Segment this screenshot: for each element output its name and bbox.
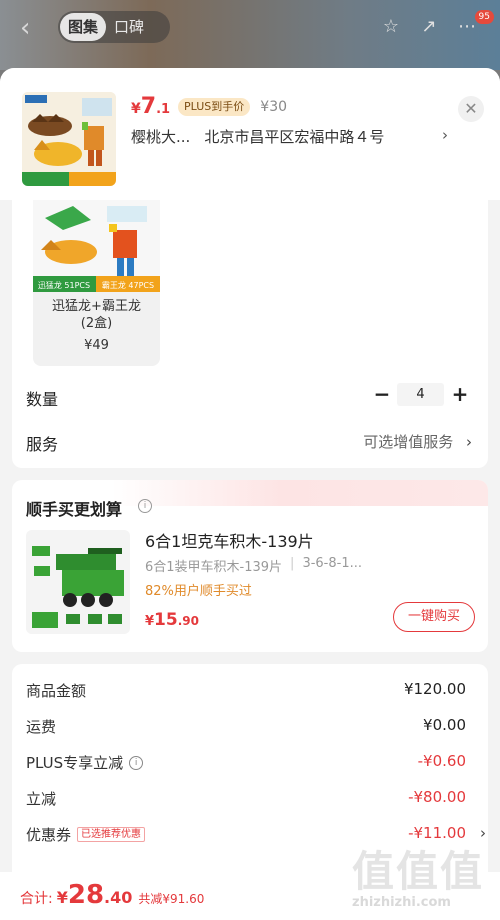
coupon-label: 优惠券 xyxy=(26,826,72,844)
address-selector[interactable]: 樱桃大... 北京市昌平区宏福中路４号 xyxy=(131,126,461,147)
quantity-input[interactable]: 4 xyxy=(397,383,444,406)
total-saved: 共减¥91.60 xyxy=(138,892,205,906)
variant-option[interactable]: 迅猛龙 51PCS 霸王龙 47PCS 迅猛龙+霸王龙 (2盒) ¥49 xyxy=(33,200,160,366)
message-badge: 95 xyxy=(474,10,494,24)
combo-product-specs: 6合1装甲车积木-139片 | 3-6-8-1... xyxy=(145,556,362,575)
combo-price-currency: ¥ xyxy=(145,614,155,629)
combo-title: 顺手买更划算 xyxy=(26,500,123,519)
share-icon[interactable]: ↗ xyxy=(418,16,440,38)
price-currency: ¥ xyxy=(131,101,141,117)
combo-spec-2: 3-6-8-1... xyxy=(302,556,362,571)
instant-discount-row: 立减 -¥80.00 xyxy=(26,788,466,810)
price-row: ¥ 7 .1 PLUS到手价 ¥30 xyxy=(131,94,287,120)
card-highlight xyxy=(112,480,488,506)
original-price: ¥30 xyxy=(260,99,288,115)
star-icon[interactable]: ☆ xyxy=(380,16,402,38)
product-thumbnail-image xyxy=(22,92,116,186)
address-text: 北京市昌平区宏福中路４号 xyxy=(204,128,385,146)
plus-discount-row: PLUS专享立减 i -¥0.60 xyxy=(26,752,466,774)
goods-amount-label: 商品金额 xyxy=(26,682,87,700)
service-value: 可选增值服务 xyxy=(363,433,454,451)
coupon-label-group: 优惠券 已选推荐优惠 xyxy=(26,824,146,845)
recipient-name: 樱桃大... xyxy=(131,128,191,146)
quantity-increase-button[interactable]: + xyxy=(450,382,470,406)
one-click-buy-button[interactable]: 一键购买 xyxy=(393,602,475,632)
sheet-header: ¥ 7 .1 PLUS到手价 ¥30 樱桃大... 北京市昌平区宏福中路４号 ›… xyxy=(0,68,500,200)
instant-discount-label: 立减 xyxy=(26,790,57,808)
media-tabs: 图集 口碑 xyxy=(58,11,170,43)
total-integer: 28 xyxy=(67,880,105,910)
combo-recommendation-card: 顺手买更划算 i 6合1坦克车积木-139片 6合1装甲车积木-139片 | 3… xyxy=(12,480,488,652)
coupon-recommend-tag: 已选推荐优惠 xyxy=(77,827,146,842)
back-arrow-icon[interactable]: ‹ xyxy=(20,14,44,42)
close-button[interactable]: ✕ xyxy=(458,96,484,122)
service-selector[interactable]: 可选增值服务 › xyxy=(363,431,472,452)
price-decimal: .1 xyxy=(156,102,171,117)
total-price: 合计: ¥ 28 .40 共减¥91.60 xyxy=(20,880,204,910)
plus-price-tag: PLUS到手价 xyxy=(178,98,251,116)
chevron-right-icon[interactable]: › xyxy=(442,126,448,144)
price-integer: 7 xyxy=(140,94,157,119)
combo-purchase-stat: 82%用户顺手买过 xyxy=(145,584,252,599)
product-thumbnail[interactable] xyxy=(22,92,116,186)
instant-discount-value: -¥80.00 xyxy=(408,788,466,806)
combo-price: ¥ 15 .90 xyxy=(145,610,199,630)
shipping-value: ¥0.00 xyxy=(423,716,466,734)
combo-product-name[interactable]: 6合1坦克车积木-139片 xyxy=(145,528,314,552)
quantity-label: 数量 xyxy=(26,390,59,409)
combo-price-decimal: .90 xyxy=(177,614,199,628)
total-currency: ¥ xyxy=(56,888,68,907)
info-icon[interactable]: i xyxy=(138,499,152,513)
variant-image: 迅猛龙 51PCS 霸王龙 47PCS xyxy=(33,200,160,292)
tab-reviews[interactable]: 口碑 xyxy=(106,13,152,41)
variant-image-label-left: 迅猛龙 51PCS xyxy=(38,280,90,290)
total-decimal: .40 xyxy=(104,888,133,907)
info-icon[interactable]: i xyxy=(129,755,144,770)
purchase-sheet: ¥ 7 .1 PLUS到手价 ¥30 樱桃大... 北京市昌平区宏福中路４号 ›… xyxy=(0,68,500,920)
plus-discount-label: PLUS专享立减 xyxy=(26,754,124,772)
total-label: 合计: xyxy=(20,891,53,907)
chevron-right-icon: › xyxy=(466,433,472,451)
variant-name-line1: 迅猛龙+霸王龙 xyxy=(52,299,141,314)
spec-divider: | xyxy=(290,556,295,571)
service-label: 服务 xyxy=(26,435,59,454)
variant-price: ¥49 xyxy=(84,338,109,353)
plus-discount-label-group: PLUS专享立减 i xyxy=(26,752,144,773)
shipping-row: 运费 ¥0.00 xyxy=(26,716,466,738)
variant-image-label-right: 霸王龙 47PCS xyxy=(102,280,154,290)
tab-gallery[interactable]: 图集 xyxy=(60,13,107,41)
watermark-logo: 值值值 xyxy=(352,847,485,896)
plus-discount-value: -¥0.60 xyxy=(417,752,466,770)
combo-product-image[interactable] xyxy=(26,530,130,634)
quantity-decrease-button[interactable]: − xyxy=(372,382,392,406)
site-watermark: 值值值 zhizhizhi.com xyxy=(352,838,492,918)
combo-product-picture xyxy=(26,530,130,634)
shipping-label: 运费 xyxy=(26,718,57,736)
goods-amount-value: ¥120.00 xyxy=(403,680,466,698)
combo-spec-1: 6合1装甲车积木-139片 xyxy=(145,560,283,575)
variant-name: 迅猛龙+霸王龙 (2盒) xyxy=(33,298,160,332)
spec-card: 迅猛龙 51PCS 霸王龙 47PCS 迅猛龙+霸王龙 (2盒) ¥49 数量 … xyxy=(12,200,488,468)
variant-name-line2: (2盒) xyxy=(80,316,113,331)
close-icon: ✕ xyxy=(464,99,478,118)
goods-amount-row: 商品金额 ¥120.00 xyxy=(26,680,466,702)
combo-price-integer: 15 xyxy=(154,610,178,630)
